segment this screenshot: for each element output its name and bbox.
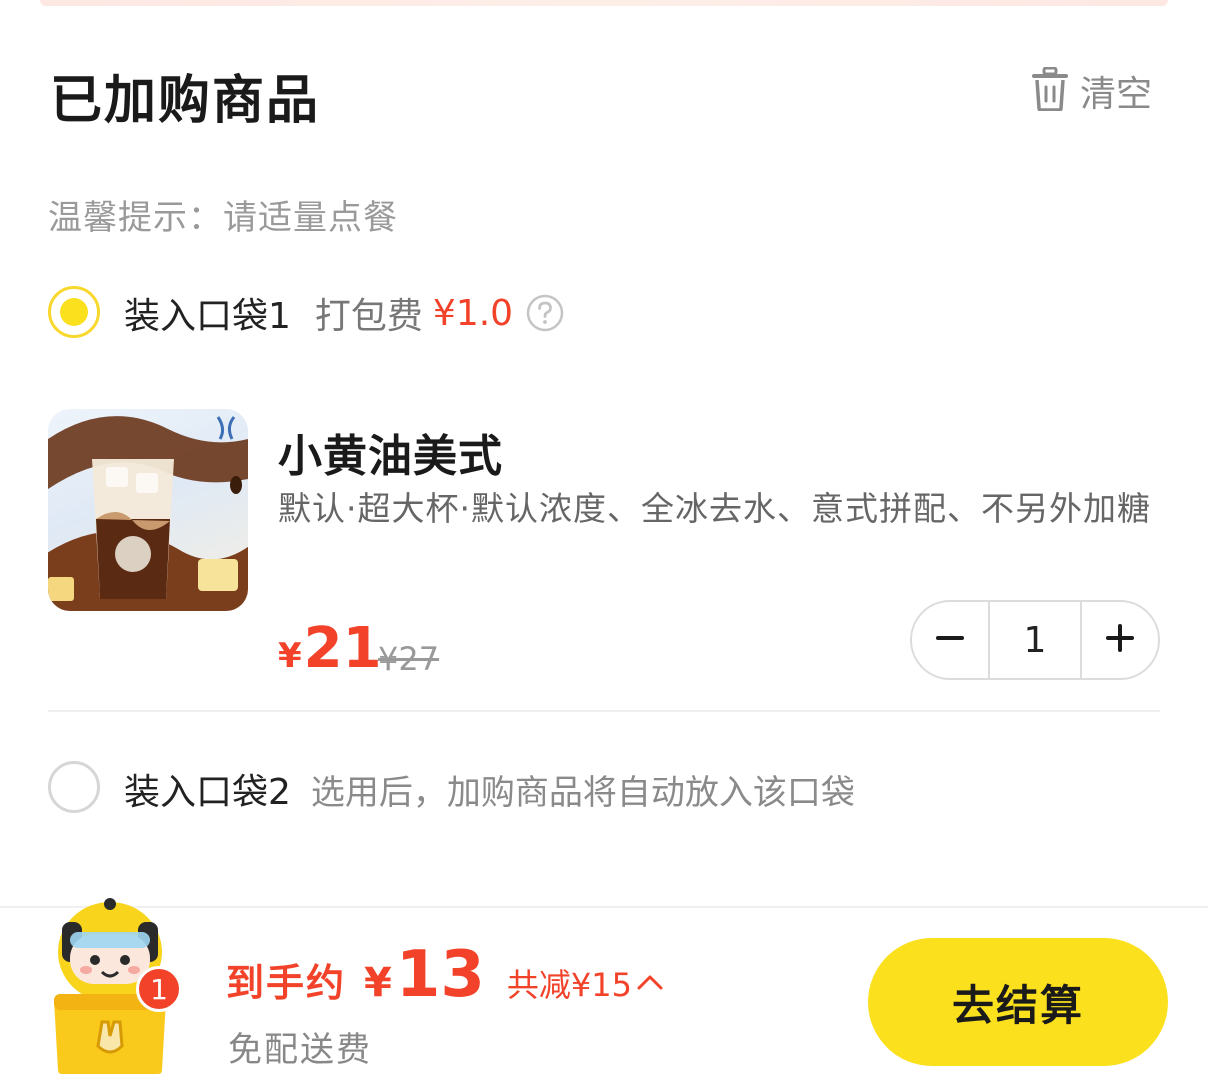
currency-symbol: ¥	[278, 636, 302, 676]
cart-count-badge: 1	[136, 966, 182, 1012]
current-price: ¥ 21	[278, 616, 382, 681]
plus-icon	[1104, 622, 1136, 658]
bag2-hint: 选用后，加购商品将自动放入该口袋	[310, 772, 855, 813]
product-image[interactable]	[48, 409, 248, 611]
bag1-label: 装入口袋1	[124, 296, 291, 337]
product-name: 小黄油美式	[278, 431, 503, 482]
clear-label: 清空	[1080, 74, 1153, 115]
cart-sheet: 已加购商品 清空 温馨提示：请适量点餐 装入口袋1 打包费 ¥1.0 小黄油美式…	[0, 0, 1208, 1080]
current-price-value: 21	[303, 616, 382, 681]
discount-text: 共减¥15	[506, 966, 633, 1004]
final-price-row: 到手约 ¥ 13 共减¥15	[226, 938, 664, 1012]
trash-icon	[1030, 66, 1070, 115]
quantity-value[interactable]: 1	[988, 602, 1082, 678]
quantity-stepper: 1	[910, 600, 1160, 680]
top-banner-strip	[40, 0, 1168, 6]
bag1-row: 装入口袋1 打包费 ¥1.0	[48, 290, 565, 337]
packing-fee-price: ¥1.0	[432, 292, 514, 334]
minus-icon	[934, 622, 966, 658]
packing-fee-label: 打包费	[314, 296, 423, 337]
delivery-fee-note: 免配送费	[228, 1030, 372, 1070]
clear-cart-button[interactable]: 清空	[1030, 66, 1152, 116]
checkout-button[interactable]: 去结算	[868, 938, 1168, 1066]
checkout-label: 去结算	[951, 980, 1084, 1030]
original-price: ¥27	[378, 640, 440, 678]
final-currency-symbol: ¥	[364, 960, 392, 1006]
bag2-label: 装入口袋2	[124, 772, 291, 813]
increase-quantity-button[interactable]	[1082, 602, 1158, 678]
bag2-row: 装入口袋2 选用后，加购商品将自动放入该口袋	[48, 766, 855, 813]
divider	[48, 710, 1160, 712]
ordering-tip: 温馨提示：请适量点餐	[48, 198, 398, 238]
chevron-up-icon	[636, 972, 664, 994]
final-price-amount: 13	[395, 938, 485, 1012]
page-title: 已加购商品	[50, 71, 321, 131]
product-specs: 默认·超大杯·默认浓度、全冰去水、意式拼配、不另外加糖	[278, 489, 1151, 528]
help-icon[interactable]	[525, 293, 565, 333]
decrease-quantity-button[interactable]	[912, 602, 988, 678]
final-price-label: 到手约	[226, 961, 347, 1005]
discount-toggle[interactable]: 共减¥15	[507, 960, 664, 1006]
